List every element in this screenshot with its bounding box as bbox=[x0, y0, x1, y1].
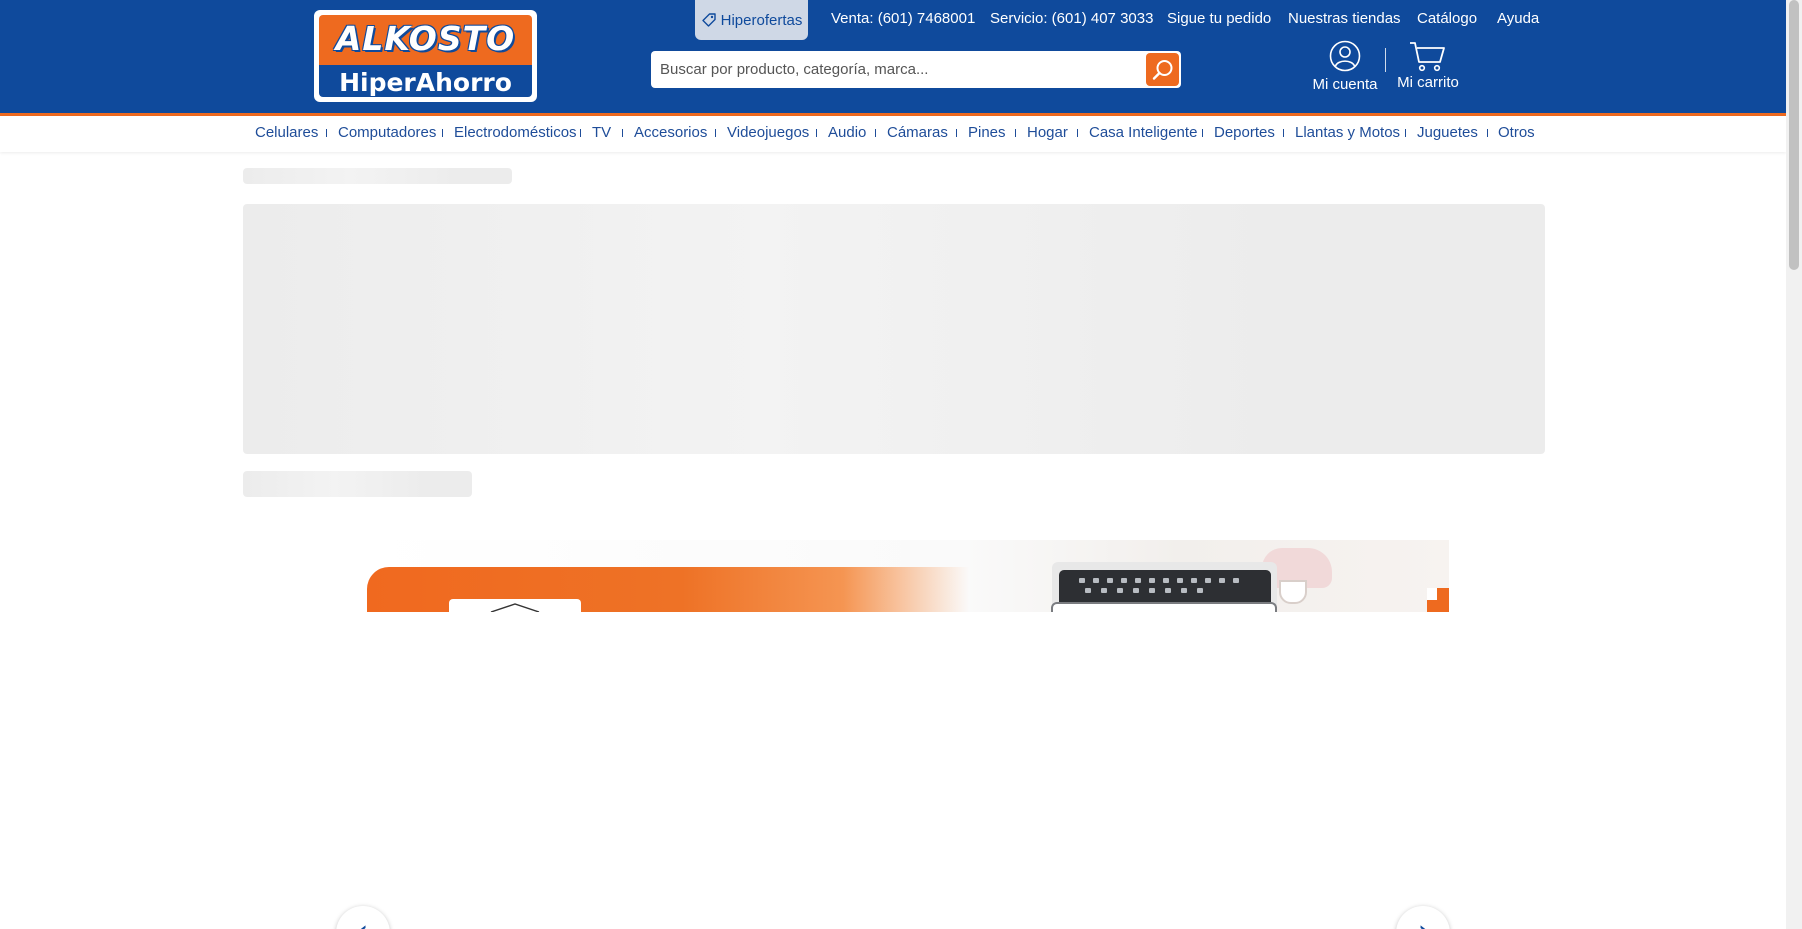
ayuda-link[interactable]: Ayuda bbox=[1497, 10, 1539, 27]
cart-icon bbox=[1410, 42, 1445, 72]
search-input[interactable] bbox=[651, 51, 1143, 88]
category-computadores[interactable]: Computadores bbox=[338, 124, 436, 141]
washer-button bbox=[1107, 578, 1113, 583]
category-audio[interactable]: Audio bbox=[828, 124, 866, 141]
tag-icon bbox=[701, 13, 716, 27]
washer-button bbox=[1085, 588, 1091, 593]
hiperofertas-link[interactable]: Hiperofertas bbox=[695, 0, 808, 40]
washer-control-panel bbox=[1059, 570, 1271, 602]
skeleton-hero bbox=[243, 204, 1545, 454]
washer-button bbox=[1079, 578, 1085, 583]
mi-cuenta-button[interactable]: Mi cuenta bbox=[1310, 40, 1380, 93]
category-hogar[interactable]: Hogar bbox=[1027, 124, 1068, 141]
category-separator bbox=[1077, 129, 1078, 137]
nuestras-tiendas-link[interactable]: Nuestras tiendas bbox=[1288, 10, 1401, 27]
search-button[interactable] bbox=[1146, 53, 1179, 86]
category-videojuegos[interactable]: Videojuegos bbox=[727, 124, 809, 141]
venta-phone-link[interactable]: Venta: (601) 7468001 bbox=[831, 10, 975, 27]
header-divider bbox=[1385, 48, 1386, 72]
catalogo-link[interactable]: Catálogo bbox=[1417, 10, 1477, 27]
washer-button bbox=[1117, 588, 1123, 593]
logo-text-bottom: HiperAhorro bbox=[339, 68, 512, 97]
promo-banner[interactable] bbox=[367, 540, 1449, 612]
page-scrollbar[interactable] bbox=[1786, 0, 1802, 929]
mi-carrito-label: Mi carrito bbox=[1397, 74, 1459, 91]
carousel-prev-button[interactable]: ‹ bbox=[336, 906, 390, 929]
scrollbar-thumb[interactable] bbox=[1789, 0, 1799, 270]
category-celulares[interactable]: Celulares bbox=[255, 124, 318, 141]
banner-cup-image bbox=[1279, 580, 1307, 604]
mi-cuenta-label: Mi cuenta bbox=[1312, 76, 1378, 93]
category-separator bbox=[326, 129, 327, 137]
washer-button bbox=[1163, 578, 1169, 583]
category-separator bbox=[956, 129, 957, 137]
washer-button bbox=[1135, 578, 1141, 583]
category-separator bbox=[622, 129, 623, 137]
category-casa-inteligente[interactable]: Casa Inteligente bbox=[1089, 124, 1197, 141]
skeleton-title bbox=[243, 471, 472, 497]
washer-button bbox=[1177, 578, 1183, 583]
washer-button bbox=[1121, 578, 1127, 583]
category-separator bbox=[875, 129, 876, 137]
banner-brand-tag bbox=[449, 599, 581, 612]
category-separator bbox=[1015, 129, 1016, 137]
category-camaras[interactable]: Cámaras bbox=[887, 124, 948, 141]
category-deportes[interactable]: Deportes bbox=[1214, 124, 1275, 141]
servicio-phone-link[interactable]: Servicio: (601) 407 3033 bbox=[990, 10, 1153, 27]
category-accesorios[interactable]: Accesorios bbox=[634, 124, 707, 141]
alkosto-logo[interactable]: ALKOSTO HiperAhorro bbox=[314, 10, 537, 102]
washer-button bbox=[1181, 588, 1187, 593]
logo-inner: ALKOSTO HiperAhorro bbox=[319, 15, 532, 97]
logo-text-top: ALKOSTO bbox=[335, 19, 516, 58]
mi-carrito-button[interactable]: Mi carrito bbox=[1392, 40, 1464, 91]
washer-button bbox=[1149, 578, 1155, 583]
washer-button bbox=[1197, 588, 1203, 593]
washer-lid bbox=[1051, 602, 1277, 612]
category-separator bbox=[1202, 129, 1203, 137]
search-icon bbox=[1152, 59, 1172, 80]
category-llantas-motos[interactable]: Llantas y Motos bbox=[1295, 124, 1400, 141]
washer-button bbox=[1219, 578, 1225, 583]
logo-bottom-panel: HiperAhorro bbox=[319, 65, 532, 97]
washer-button bbox=[1093, 578, 1099, 583]
user-circle-icon bbox=[1329, 40, 1361, 72]
skeleton-breadcrumb bbox=[243, 168, 512, 184]
site-header: ALKOSTO HiperAhorro Hiperofertas Venta: … bbox=[0, 0, 1786, 113]
category-separator bbox=[580, 129, 581, 137]
brand-roof-icon bbox=[490, 603, 540, 612]
banner-corner-cut bbox=[1427, 588, 1437, 600]
washer-button bbox=[1191, 578, 1197, 583]
category-electrodomesticos[interactable]: Electrodomésticos bbox=[454, 124, 577, 141]
washer-button bbox=[1205, 578, 1211, 583]
category-nav: Celulares Computadores Electrodomésticos… bbox=[0, 116, 1786, 152]
sigue-pedido-link[interactable]: Sigue tu pedido bbox=[1167, 10, 1271, 27]
washer-button bbox=[1149, 588, 1155, 593]
carousel-next-button[interactable]: › bbox=[1396, 906, 1450, 929]
washer-button bbox=[1133, 588, 1139, 593]
category-separator bbox=[1283, 129, 1284, 137]
page: ALKOSTO HiperAhorro Hiperofertas Venta: … bbox=[0, 0, 1802, 929]
search-bar bbox=[651, 51, 1181, 88]
category-otros[interactable]: Otros bbox=[1498, 124, 1535, 141]
category-separator bbox=[442, 129, 443, 137]
category-separator bbox=[715, 129, 716, 137]
washer-button bbox=[1233, 578, 1239, 583]
category-separator bbox=[1487, 129, 1488, 137]
category-juguetes[interactable]: Juguetes bbox=[1417, 124, 1478, 141]
hiperofertas-label: Hiperofertas bbox=[720, 11, 803, 29]
washer-button bbox=[1165, 588, 1171, 593]
category-tv[interactable]: TV bbox=[592, 124, 611, 141]
logo-top-panel: ALKOSTO bbox=[319, 15, 532, 65]
category-separator bbox=[1405, 129, 1406, 137]
category-pines[interactable]: Pines bbox=[968, 124, 1006, 141]
category-separator bbox=[816, 129, 817, 137]
chevron-right-icon: › bbox=[1396, 918, 1450, 929]
chevron-left-icon: ‹ bbox=[336, 918, 390, 929]
washer-button bbox=[1101, 588, 1107, 593]
